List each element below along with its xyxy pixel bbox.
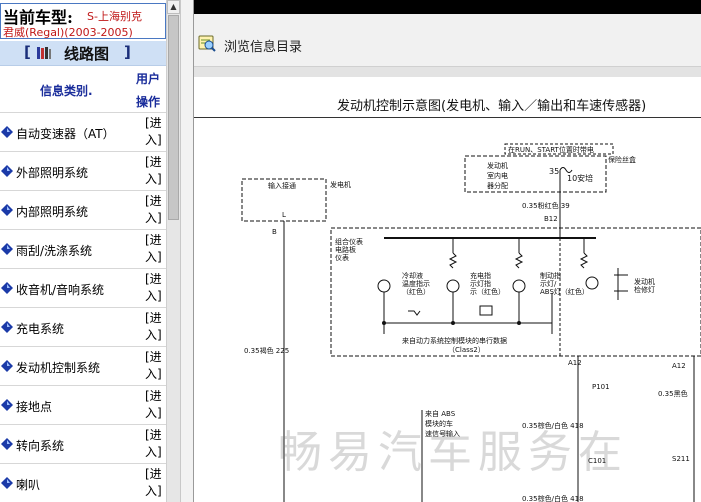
cluster-label-3: 仪表 <box>335 253 349 262</box>
enter-link[interactable]: [进入] <box>145 349 165 383</box>
current-model-box: 当前车型: S-上海别克 君威(Regal)(2003-2005) <box>0 3 166 39</box>
diamond-bullet-icon <box>1 243 13 255</box>
top-bar <box>194 0 701 14</box>
ignition-box-label: 在RUN、START位置时带电 <box>508 145 594 154</box>
generator-label: 发电机 <box>330 180 351 189</box>
watermark: 畅易汽车服务在 <box>278 427 628 478</box>
l-terminal-label: L <box>282 211 286 219</box>
s211-label: S211 <box>672 455 690 463</box>
bracket-close: ] <box>124 43 131 61</box>
fuse-box-label-2: 室内电 <box>487 171 508 180</box>
engine-light-label-1: 发动机 <box>634 277 655 286</box>
diamond-bullet-icon <box>1 438 13 450</box>
enter-link[interactable]: [进入] <box>145 388 165 422</box>
coolant-label-3: （红色） <box>402 287 430 296</box>
diamond-bullet-icon <box>1 282 13 294</box>
category-label[interactable]: 充电系统 <box>16 320 64 337</box>
section-header: [ 线路图 ] <box>0 41 166 66</box>
fuse-number: 35 <box>549 167 559 176</box>
browse-catalog-link[interactable]: 浏览信息目录 <box>224 36 302 55</box>
a12-left-label: A12 <box>568 359 582 367</box>
current-model-value-detail: 君威(Regal)(2003-2005) <box>3 26 133 39</box>
category-item[interactable]: 收音机/音响系统 [进入] <box>0 268 166 307</box>
category-label[interactable]: 喇叭 <box>16 476 40 493</box>
category-item[interactable]: 自动变速器（AT） [进入] <box>0 112 166 151</box>
enter-link[interactable]: [进入] <box>145 271 165 305</box>
wire-39-label: 0.35粉红色 39 <box>522 201 570 210</box>
a12-right-label: A12 <box>672 362 686 370</box>
category-label[interactable]: 内部照明系统 <box>16 203 88 220</box>
diagram-panel: 浏览信息目录 发动机控制示意图(发电机、输入／输出和车速传感器) 在RUN、ST… <box>194 0 701 502</box>
books-icon <box>37 47 51 59</box>
enter-link[interactable]: [进入] <box>145 310 165 344</box>
bus-note-2: （Class2） <box>448 346 485 354</box>
category-item[interactable]: 转向系统 [进入] <box>0 424 166 463</box>
category-label[interactable]: 接地点 <box>16 398 52 415</box>
wire-418b-label: 0.35棕色/白色 418 <box>522 494 584 502</box>
enter-link[interactable]: [进入] <box>145 115 165 149</box>
brake-label-3: ABS灯（红色） <box>540 287 589 296</box>
bus-note-1: 来自动力系统控制模块的串行数据 <box>402 336 507 345</box>
bracket-open: [ <box>24 43 31 61</box>
category-item[interactable]: 内部照明系统 [进入] <box>0 190 166 229</box>
category-label[interactable]: 收音机/音响系统 <box>16 281 104 298</box>
b-terminal-label: B <box>272 228 277 236</box>
b12-label: B12 <box>544 215 558 223</box>
diamond-bullet-icon <box>1 360 13 372</box>
p101-label: P101 <box>592 383 610 391</box>
category-label[interactable]: 自动变速器（AT） <box>16 125 115 142</box>
category-item[interactable]: 接地点 [进入] <box>0 385 166 424</box>
diamond-bullet-icon <box>1 165 13 177</box>
category-label[interactable]: 发动机控制系统 <box>16 359 100 376</box>
toolbar: 浏览信息目录 <box>194 14 701 67</box>
category-label[interactable]: 转向系统 <box>16 437 64 454</box>
charge-label-1: 充电指 <box>470 271 491 280</box>
brake-label-2: 示灯/ <box>540 279 557 288</box>
section-title: 线路图 <box>64 45 110 63</box>
category-label[interactable]: 雨刮/洗涤系统 <box>16 242 92 259</box>
category-item[interactable]: 喇叭 [进入] <box>0 463 166 502</box>
scroll-up-arrow-icon[interactable]: ▲ <box>167 0 180 14</box>
fuse-box-label-3: 器分配 <box>487 181 508 190</box>
diamond-bullet-icon <box>1 321 13 333</box>
engine-light-label-2: 检修灯 <box>634 285 655 294</box>
cluster-label-2: 电路板 <box>335 245 356 254</box>
left-scrollbar[interactable]: ▲ <box>166 0 180 502</box>
input-on-label: 输入接通 <box>268 181 296 190</box>
diamond-bullet-icon <box>1 126 13 138</box>
brake-label-1: 制动指 <box>540 271 561 280</box>
enter-link[interactable]: [进入] <box>145 193 165 227</box>
current-model-value: S-上海别克 <box>87 10 142 23</box>
enter-link[interactable]: [进入] <box>145 427 165 461</box>
coolant-label-1: 冷却液 <box>402 271 423 280</box>
category-item[interactable]: 雨刮/洗涤系统 [进入] <box>0 229 166 268</box>
fuse-box-label-1: 发动机 <box>487 161 508 170</box>
enter-link[interactable]: [进入] <box>145 466 165 500</box>
diamond-bullet-icon <box>1 204 13 216</box>
diamond-bullet-icon <box>1 477 13 489</box>
category-item[interactable]: 充电系统 [进入] <box>0 307 166 346</box>
diamond-bullet-icon <box>1 399 13 411</box>
enter-link[interactable]: [进入] <box>145 232 165 266</box>
fuse-amperage: 10安培 <box>567 173 593 183</box>
diagram-title: 发动机控制示意图(发电机、输入／输出和车速传感器) <box>337 99 647 114</box>
category-label[interactable]: 外部照明系统 <box>16 164 88 181</box>
frame-splitter[interactable] <box>180 0 194 502</box>
column-header-category: 信息类别. <box>40 84 93 98</box>
wire-225-label: 0.35褐色 225 <box>244 346 289 355</box>
browse-catalog-icon[interactable] <box>198 34 216 52</box>
toolbar-separator <box>194 67 701 77</box>
category-item[interactable]: 发动机控制系统 [进入] <box>0 346 166 385</box>
wire-black-label: 0.35黑色 <box>658 389 688 398</box>
scrollbar-thumb[interactable] <box>168 15 179 220</box>
category-panel: 当前车型: S-上海别克 君威(Regal)(2003-2005) [ 线路图 … <box>0 0 166 502</box>
enter-link[interactable]: [进入] <box>145 154 165 188</box>
category-item[interactable]: 外部照明系统 [进入] <box>0 151 166 190</box>
coolant-label-2: 温度指示 <box>402 279 430 288</box>
charge-label-3: 示（红色） <box>470 287 505 296</box>
inspect-box-label: 保险丝盒 <box>608 155 636 164</box>
cluster-label-1: 组合仪表 <box>335 237 363 246</box>
charge-label-2: 示灯指 <box>470 279 491 288</box>
column-header-user-action: 用户操作 <box>136 72 161 109</box>
